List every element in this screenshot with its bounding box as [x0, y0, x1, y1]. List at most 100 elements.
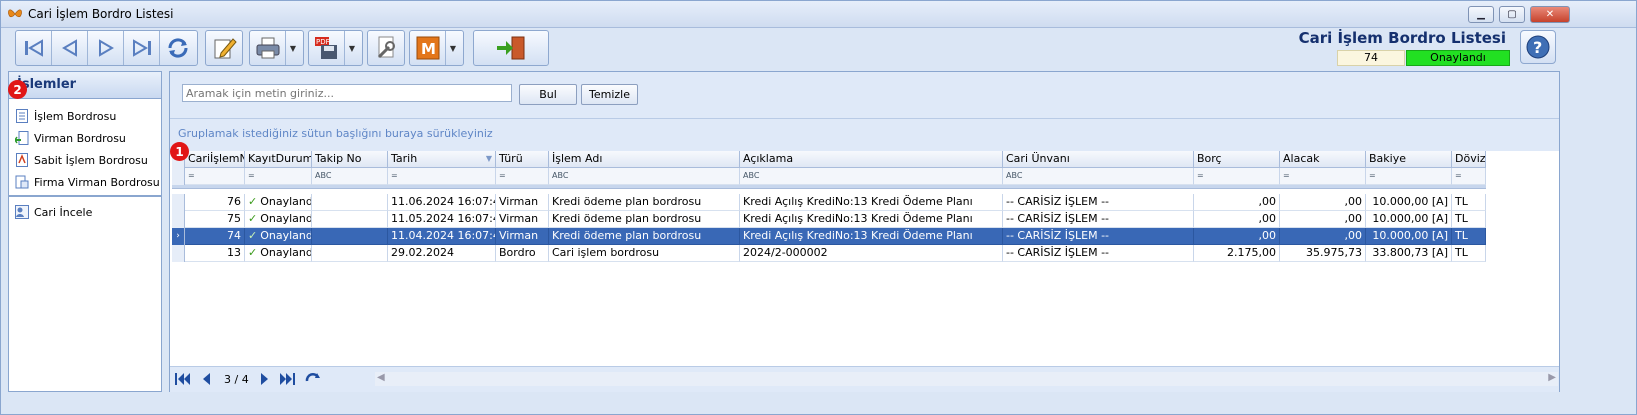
column-header-takip-no[interactable]: Takip No [312, 151, 388, 168]
filter-cell[interactable]: ABC [312, 168, 388, 185]
cell-doviz: TL [1452, 194, 1486, 211]
cell-alacak: 35.975,73 [1280, 245, 1366, 262]
column-header-borc[interactable]: Borç [1194, 151, 1280, 168]
svg-text:PDF: PDF [316, 38, 330, 46]
maximize-button[interactable]: ▢ [1499, 6, 1525, 23]
column-header-tarih[interactable]: Tarih ▼ [388, 151, 496, 168]
cell-turu: Bordro [496, 245, 549, 262]
export-dropdown[interactable]: ▼ [345, 31, 359, 65]
column-header-turu[interactable]: Türü [496, 151, 549, 168]
filter-cell[interactable]: = [1194, 168, 1280, 185]
filter-cell[interactable]: = [388, 168, 496, 185]
print-dropdown[interactable]: ▼ [286, 31, 300, 65]
butterfly-icon [8, 9, 22, 18]
cell-takip [312, 245, 388, 262]
next-icon [98, 39, 114, 57]
filter-cell[interactable]: = [185, 168, 245, 185]
sidebar-item-virman-bordrosu[interactable]: Virman Bordrosu [9, 127, 161, 149]
table-row[interactable]: 75 ✓ Onaylandı 11.05.2024 16:07:47 Virman… [172, 211, 1488, 228]
filter-cell[interactable]: ABC [1003, 168, 1194, 185]
data-grid: CariİşlemNo KayıtDurumu Takip No Tarih▼ … [172, 151, 1488, 262]
filter-cell[interactable]: ABC [740, 168, 1003, 185]
nav-prev-button[interactable] [197, 371, 215, 387]
column-header-islem-adi[interactable]: İşlem Adı [549, 151, 740, 168]
cell-bakiye: 10.000,00 [A] [1366, 194, 1452, 211]
column-header-alacak[interactable]: Alacak [1280, 151, 1366, 168]
sidebar-item-label: Cari İncele [34, 205, 93, 219]
cell-islem: Kredi ödeme plan bordrosu [549, 194, 740, 211]
clear-button[interactable]: Temizle [581, 84, 638, 105]
nav-refresh-button[interactable] [304, 371, 322, 387]
help-button[interactable]: ? [1520, 30, 1556, 64]
filter-cell[interactable]: ABC [549, 168, 740, 185]
sidebar-item-sabit-islem-bordrosu[interactable]: Sabit İşlem Bordrosu [9, 149, 161, 171]
exit-button[interactable] [474, 31, 548, 65]
column-header-kayit-durumu[interactable]: KayıtDurumu [245, 151, 312, 168]
cell-islem: Kredi ödeme plan bordrosu [549, 211, 740, 228]
filter-cell[interactable]: = [1452, 168, 1486, 185]
cell-doviz: TL [1452, 228, 1486, 245]
nav-last-button[interactable] [278, 371, 296, 387]
column-header-aciklama[interactable]: Açıklama [740, 151, 1003, 168]
prev-record-button[interactable] [52, 31, 88, 65]
scroll-left-icon[interactable]: ◀ [377, 372, 385, 383]
filter-cell[interactable]: = [1280, 168, 1366, 185]
refresh-button[interactable] [160, 31, 196, 65]
cell-borc: ,00 [1194, 228, 1280, 245]
cell-status: ✓ Onaylandı [245, 211, 312, 228]
filter-cell[interactable]: = [245, 168, 312, 185]
column-header-bakiye[interactable]: Bakiye [1366, 151, 1452, 168]
cell-aciklama: Kredi Açılış KrediNo:13 Kredi Ödeme Plan… [740, 211, 1003, 228]
column-header-doviz[interactable]: Döviz [1452, 151, 1486, 168]
column-header-cari-islem-no[interactable]: CariİşlemNo [185, 151, 245, 168]
m-dropdown[interactable]: ▼ [446, 31, 460, 65]
sidebar-divider [9, 195, 161, 197]
sidebar-item-cari-incele[interactable]: Cari İncele [9, 201, 161, 223]
group-by-panel[interactable]: Gruplamak istediğiniz sütun başlığını bu… [170, 119, 1559, 151]
cell-bakiye: 33.800,73 [A] [1366, 245, 1452, 262]
page-indicator: 3 / 4 [224, 373, 249, 386]
next-record-button[interactable] [88, 31, 124, 65]
next-icon [261, 373, 268, 385]
grid-header: CariİşlemNo KayıtDurumu Takip No Tarih▼ … [172, 151, 1488, 168]
tools-button[interactable] [368, 31, 404, 65]
last-record-button[interactable] [124, 31, 160, 65]
column-header-cari-unvani[interactable]: Cari Ünvanı [1003, 151, 1194, 168]
horizontal-scrollbar[interactable]: ◀ ▶ [375, 372, 1558, 386]
sidebar-item-firma-virman-bordrosu[interactable]: Firma Virman Bordrosu [9, 171, 161, 193]
cell-takip [312, 228, 388, 245]
table-row[interactable]: 76 ✓ Onaylandı 11.06.2024 16:07:47 Virman… [172, 194, 1488, 211]
print-group: ▼ [249, 30, 304, 66]
scroll-right-icon[interactable]: ▶ [1548, 372, 1556, 383]
table-row-selected[interactable]: › 74 ✓ Onaylandı 11.04.2024 16:07:47 Virm… [172, 228, 1488, 245]
pdf-save-button[interactable]: PDF [309, 31, 345, 65]
close-button[interactable]: ✕ [1530, 6, 1570, 23]
filter-cell[interactable]: = [1366, 168, 1452, 185]
filter-cell[interactable]: = [496, 168, 549, 185]
first-record-button[interactable] [16, 31, 52, 65]
edit-button[interactable] [206, 31, 242, 65]
minimize-button[interactable]: ▁ [1468, 6, 1494, 23]
nav-next-button[interactable] [256, 371, 274, 387]
table-row[interactable]: 13 ✓ Onaylandı 29.02.2024 Bordro Cari işl… [172, 245, 1488, 262]
cell-borc: ,00 [1194, 211, 1280, 228]
find-button[interactable]: Bul [519, 84, 577, 105]
sidebar-item-label: Firma Virman Bordrosu [34, 175, 160, 189]
cell-no: 75 [185, 211, 245, 228]
sidebar-title: İşlemler [9, 72, 161, 99]
print-button[interactable] [250, 31, 286, 65]
title-bar: Cari İşlem Bordro Listesi ▁ ▢ ✕ [1, 1, 1636, 28]
status-badge: Onaylandı [1406, 50, 1510, 66]
cell-tarih: 11.06.2024 16:07:47 [388, 194, 496, 211]
check-icon: ✓ [248, 229, 258, 242]
exit-group [473, 30, 549, 66]
cell-takip [312, 211, 388, 228]
pdf-save-icon: PDF [314, 37, 337, 59]
sidebar: İşlemler İşlem Bordrosu Virman Bordrosu … [8, 71, 162, 392]
tools-icon [377, 36, 395, 59]
search-input[interactable] [182, 84, 512, 102]
nav-first-button[interactable] [174, 371, 192, 387]
m-button[interactable]: M [410, 31, 446, 65]
cell-status-text: Onaylandı [260, 212, 312, 225]
sidebar-item-islem-bordrosu[interactable]: İşlem Bordrosu [9, 105, 161, 127]
